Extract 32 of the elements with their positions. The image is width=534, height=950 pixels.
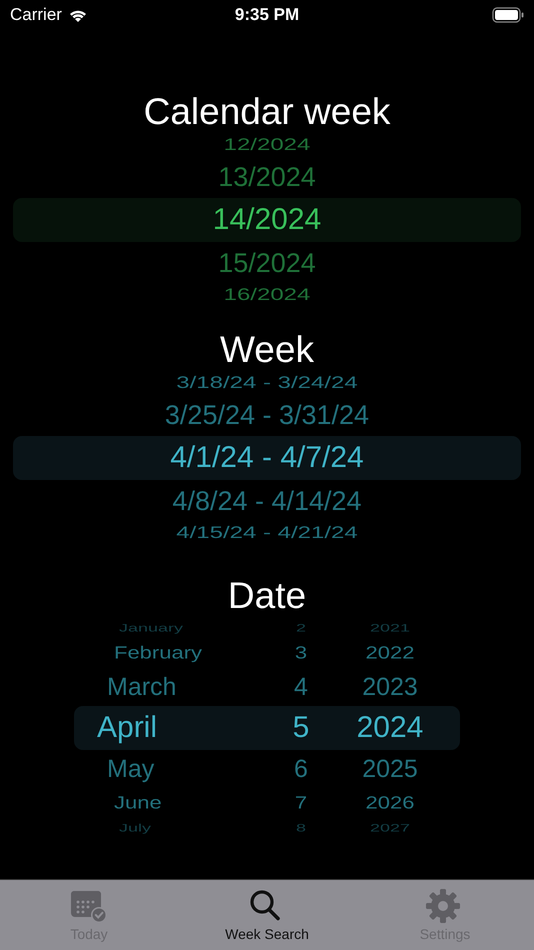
selected-picker-row[interactable]: 4/1/24 - 4/7/24 [13, 436, 521, 480]
picker-row[interactable]: 3/25/24 - 3/31/24 [13, 394, 521, 436]
picker-row[interactable]: May [74, 750, 264, 788]
picker-row[interactable]: 6 [264, 750, 338, 788]
picker-row[interactable]: 13/2024 [13, 156, 521, 198]
clock-time: 9:35 PM [234, 5, 300, 25]
picker-row[interactable]: 4/15/24 - 4/21/24 [13, 522, 521, 544]
carrier-label: Carrier [10, 5, 62, 25]
selected-picker-row[interactable]: 14/2024 [13, 198, 521, 242]
picker-row[interactable]: February [74, 638, 264, 668]
picker-row[interactable]: 4/8/24 - 4/14/24 [13, 480, 521, 522]
picker-row[interactable]: 12/2024 [13, 134, 521, 156]
section-title: Week [220, 328, 314, 372]
picker-row[interactable]: 4 [264, 668, 338, 706]
picker-row[interactable]: 16/2024 [13, 284, 521, 306]
tab-item[interactable]: Week Search [178, 880, 356, 950]
battery-icon [492, 7, 524, 23]
picker-row[interactable]: June [74, 788, 264, 818]
picker-row[interactable]: 2023 [338, 668, 460, 706]
picker-row[interactable]: 2022 [338, 638, 460, 668]
picker-row[interactable]: 3 [264, 638, 338, 668]
section-title: Calendar week [144, 90, 390, 134]
picker-row[interactable]: 15/2024 [13, 242, 521, 284]
picker-row[interactable]: 7 [264, 788, 338, 818]
section-title: Date [228, 574, 306, 618]
picker-row[interactable]: 3/18/24 - 3/24/24 [13, 372, 521, 394]
picker-row[interactable]: March [74, 668, 264, 706]
picker-row[interactable]: 2026 [338, 788, 460, 818]
picker-row[interactable]: 2025 [338, 750, 460, 788]
picker-row[interactable]: 5 [264, 706, 338, 750]
picker-row[interactable]: April [74, 706, 264, 750]
picker-row[interactable]: 2024 [338, 706, 460, 750]
